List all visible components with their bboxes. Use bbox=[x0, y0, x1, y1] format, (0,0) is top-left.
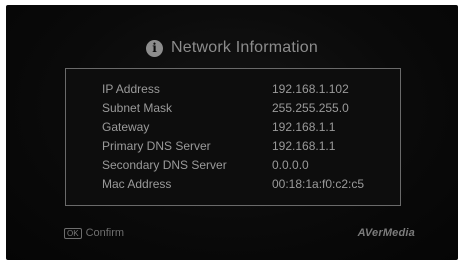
brand-logo: AVerMedia bbox=[357, 227, 415, 239]
row-label: Subnet Mask bbox=[102, 101, 173, 115]
row-label: Primary DNS Server bbox=[102, 139, 211, 153]
info-row-gateway: Gateway 192.168.1.1 bbox=[66, 120, 400, 136]
dialog-title: i Network Information bbox=[6, 39, 458, 57]
row-value: 255.255.255.0 bbox=[272, 101, 349, 115]
row-label: Gateway bbox=[102, 120, 150, 134]
tv-screen: i Network Information IP Address 192.168… bbox=[6, 5, 458, 260]
info-row-mac-address: Mac Address 00:18:1a:f0:c2:c5 bbox=[66, 177, 400, 193]
info-row-secondary-dns: Secondary DNS Server 0.0.0.0 bbox=[66, 158, 400, 174]
info-row-ip-address: IP Address 192.168.1.102 bbox=[66, 82, 400, 98]
row-label: Secondary DNS Server bbox=[102, 158, 227, 172]
info-row-primary-dns: Primary DNS Server 192.168.1.1 bbox=[66, 139, 400, 155]
row-value: 192.168.1.1 bbox=[272, 139, 336, 153]
row-label: IP Address bbox=[102, 82, 160, 96]
row-label: Mac Address bbox=[102, 177, 172, 191]
row-value: 192.168.1.102 bbox=[272, 82, 349, 96]
info-row-subnet-mask: Subnet Mask 255.255.255.0 bbox=[66, 101, 400, 117]
ok-key-icon: OK bbox=[64, 227, 82, 239]
confirm-label: Confirm bbox=[85, 227, 125, 239]
row-value: 0.0.0.0 bbox=[272, 158, 309, 172]
row-value: 00:18:1a:f0:c2:c5 bbox=[272, 177, 365, 191]
confirm-hint[interactable]: OK Confirm bbox=[64, 227, 124, 239]
network-info-panel: IP Address 192.168.1.102 Subnet Mask 255… bbox=[65, 68, 401, 206]
dialog-title-text: Network Information bbox=[171, 39, 318, 56]
row-value: 192.168.1.1 bbox=[272, 120, 336, 134]
info-icon: i bbox=[146, 39, 164, 57]
